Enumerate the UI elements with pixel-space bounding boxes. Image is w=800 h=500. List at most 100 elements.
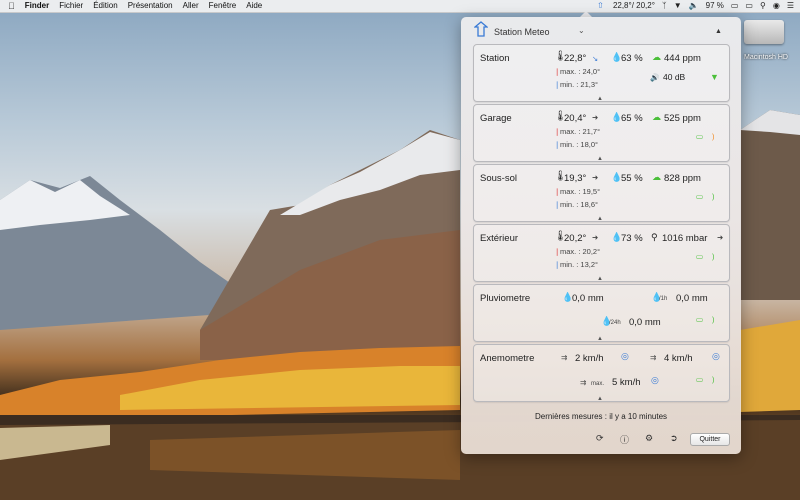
temperature-value: 20,4° <box>564 113 587 124</box>
co2-cloud-icon: ☁ <box>652 52 661 62</box>
menu-app-finder[interactable]: Finder <box>20 0 54 12</box>
co2-cloud-icon: ☁ <box>652 112 661 122</box>
station-card-sous-sol[interactable]: Sous-sol 🌡 19,3° ➜ 💧 55 % ☁ 828 ppm ❘ ma… <box>473 164 730 222</box>
humidity-value: 73 % <box>621 233 643 244</box>
wifi-signal-icon: ▼ <box>710 72 719 82</box>
hard-disk-label[interactable]: Macintosh HD <box>738 54 794 61</box>
humidity-value: 65 % <box>621 113 643 124</box>
collapse-wind-icon[interactable]: ▲ <box>597 396 603 402</box>
menu-aller[interactable]: Aller <box>178 0 204 12</box>
station-name: Extérieur <box>480 233 519 244</box>
temperature-value: 20,2° <box>564 233 587 244</box>
signal-icon: ) <box>712 315 715 324</box>
temperature-value: 22,8° <box>564 53 587 64</box>
battery-icon: ▭ <box>696 132 704 141</box>
settings-gear-icon[interactable]: ⚙ <box>645 433 653 444</box>
collapse-rain-icon[interactable]: ▲ <box>597 336 603 342</box>
chevron-down-icon[interactable]: ⌄ <box>578 26 585 35</box>
trend-arrow-icon: ↘ <box>592 54 599 63</box>
gust-icon: ⇉ <box>650 353 657 362</box>
wind-value: 2 km/h <box>575 353 604 364</box>
collapse-all-up-icon[interactable]: ▲ <box>715 28 722 35</box>
signal-icon: ) <box>712 192 715 201</box>
wind-icon: ⇉ <box>561 353 568 362</box>
temp-max: max. : 24,0° <box>560 67 601 76</box>
menu-fenetre[interactable]: Fenêtre <box>204 0 242 12</box>
temp-min: min. : 18,0° <box>560 140 599 149</box>
siri-icon[interactable]: ◉ <box>773 0 780 12</box>
rain-now-value: 0,0 mm <box>572 293 604 304</box>
anemometer-card[interactable]: Anemometre ⇉ 2 km/h ◎ ⇉ 4 km/h ◎ ⇉ max. … <box>473 344 730 402</box>
station-title[interactable]: Station Meteo <box>494 27 550 37</box>
battery-percent[interactable]: 97 % <box>706 0 724 12</box>
trend-arrow-icon: ➜ <box>592 173 599 182</box>
status-temps: 22,8°/ 20,2° <box>612 1 655 10</box>
station-card-exterieur[interactable]: Extérieur 🌡 20,2° ➜ 💧 73 % ⚲ 1016 mbar ➜… <box>473 224 730 282</box>
temp-max: max. : 19,5° <box>560 187 601 196</box>
collapse-station-icon[interactable]: ▲ <box>597 96 603 102</box>
trend-arrow-icon: ➜ <box>592 113 599 122</box>
trend-arrow-icon: ➜ <box>592 233 599 242</box>
airplay-icon[interactable]: ▭ <box>745 0 753 12</box>
volume-icon[interactable]: 🔈 <box>689 0 699 12</box>
max-wind-unit: max. <box>591 381 605 387</box>
compass-icon: ◎ <box>621 351 629 361</box>
co2-value: 525 ppm <box>664 113 701 124</box>
station-app-icon <box>474 21 488 37</box>
signal-icon: ) <box>712 132 715 141</box>
speaker-icon: 🔊 <box>650 73 660 82</box>
weather-status-item[interactable]: ⇧ 22,8°/ 20,2° <box>590 0 655 12</box>
max-wind-value: 5 km/h <box>612 377 641 388</box>
refresh-icon[interactable]: ⟳ <box>596 433 604 444</box>
noise-value: 40 dB <box>663 72 686 82</box>
collapse-garage-icon[interactable]: ▲ <box>597 156 603 162</box>
hard-disk-icon[interactable] <box>744 20 784 44</box>
collapse-exterieur-icon[interactable]: ▲ <box>597 276 603 282</box>
compass-icon: ◎ <box>651 375 659 385</box>
apple-menu-icon[interactable]:  <box>0 0 20 12</box>
info-icon[interactable]: ⓘ <box>620 433 629 446</box>
temp-min: min. : 13,2° <box>560 260 599 269</box>
rain-gauge-card[interactable]: Pluviometre 💧 0,0 mm 💧 /1h 0,0 mm 💧 /24h… <box>473 284 730 342</box>
battery-icon: ▭ <box>696 315 704 324</box>
rain-day-unit: 24h <box>610 320 621 326</box>
rain-hour-value: 0,0 mm <box>676 293 708 304</box>
notification-center-icon[interactable]: ☰ <box>787 0 794 12</box>
signal-icon: ) <box>712 375 715 384</box>
menu-aide[interactable]: Aide <box>241 0 267 12</box>
bluetooth-icon[interactable]: ᛉ <box>662 0 667 12</box>
compass-icon: ◎ <box>712 351 720 361</box>
station-name: Station <box>480 53 510 64</box>
spotlight-icon[interactable]: ⚲ <box>760 0 766 12</box>
menu-presentation[interactable]: Présentation <box>123 0 178 12</box>
collapse-sous-sol-icon[interactable]: ▲ <box>597 216 603 222</box>
menu-edition[interactable]: Édition <box>88 0 122 12</box>
pressure-value: 1016 mbar <box>662 233 708 244</box>
temp-min: min. : 18,6° <box>560 200 599 209</box>
battery-icon[interactable]: ▭ <box>731 0 739 12</box>
pressure-gauge-icon: ⚲ <box>651 232 658 242</box>
max-wind-icon: ⇉ <box>580 378 587 387</box>
rain-hour-unit: 1h <box>660 296 668 302</box>
co2-value: 828 ppm <box>664 173 701 184</box>
signal-icon: ) <box>712 252 715 261</box>
anemometer-name: Anemometre <box>480 353 535 364</box>
quit-button[interactable]: Quitter <box>690 433 730 446</box>
temp-max: max. : 21,7° <box>560 127 601 136</box>
logout-icon[interactable]: ➲ <box>670 433 678 444</box>
menu-fichier[interactable]: Fichier <box>54 0 88 12</box>
station-card-station[interactable]: Station 🌡 22,8° ↘ 💧 63 % ☁ 444 ppm ❘ max… <box>473 44 730 102</box>
popover-header: Station Meteo ⌄ ▲ <box>461 17 741 43</box>
rain-day-value: 0,0 mm <box>629 317 661 328</box>
wifi-icon[interactable]: ▼ <box>674 0 682 12</box>
temp-min: min. : 21,3° <box>560 80 599 89</box>
station-name: Garage <box>480 113 512 124</box>
gust-value: 4 km/h <box>664 353 693 364</box>
temperature-value: 19,3° <box>564 173 587 184</box>
station-name: Sous-sol <box>480 173 517 184</box>
co2-cloud-icon: ☁ <box>652 172 661 182</box>
rain-gauge-name: Pluviometre <box>480 293 531 304</box>
station-card-garage[interactable]: Garage 🌡 20,4° ➜ 💧 65 % ☁ 525 ppm ❘ max.… <box>473 104 730 162</box>
popover-footer: ⟳ ⓘ ⚙ ➲ Quitter <box>461 431 741 447</box>
thermometer-icon: ⇧ <box>597 1 604 10</box>
